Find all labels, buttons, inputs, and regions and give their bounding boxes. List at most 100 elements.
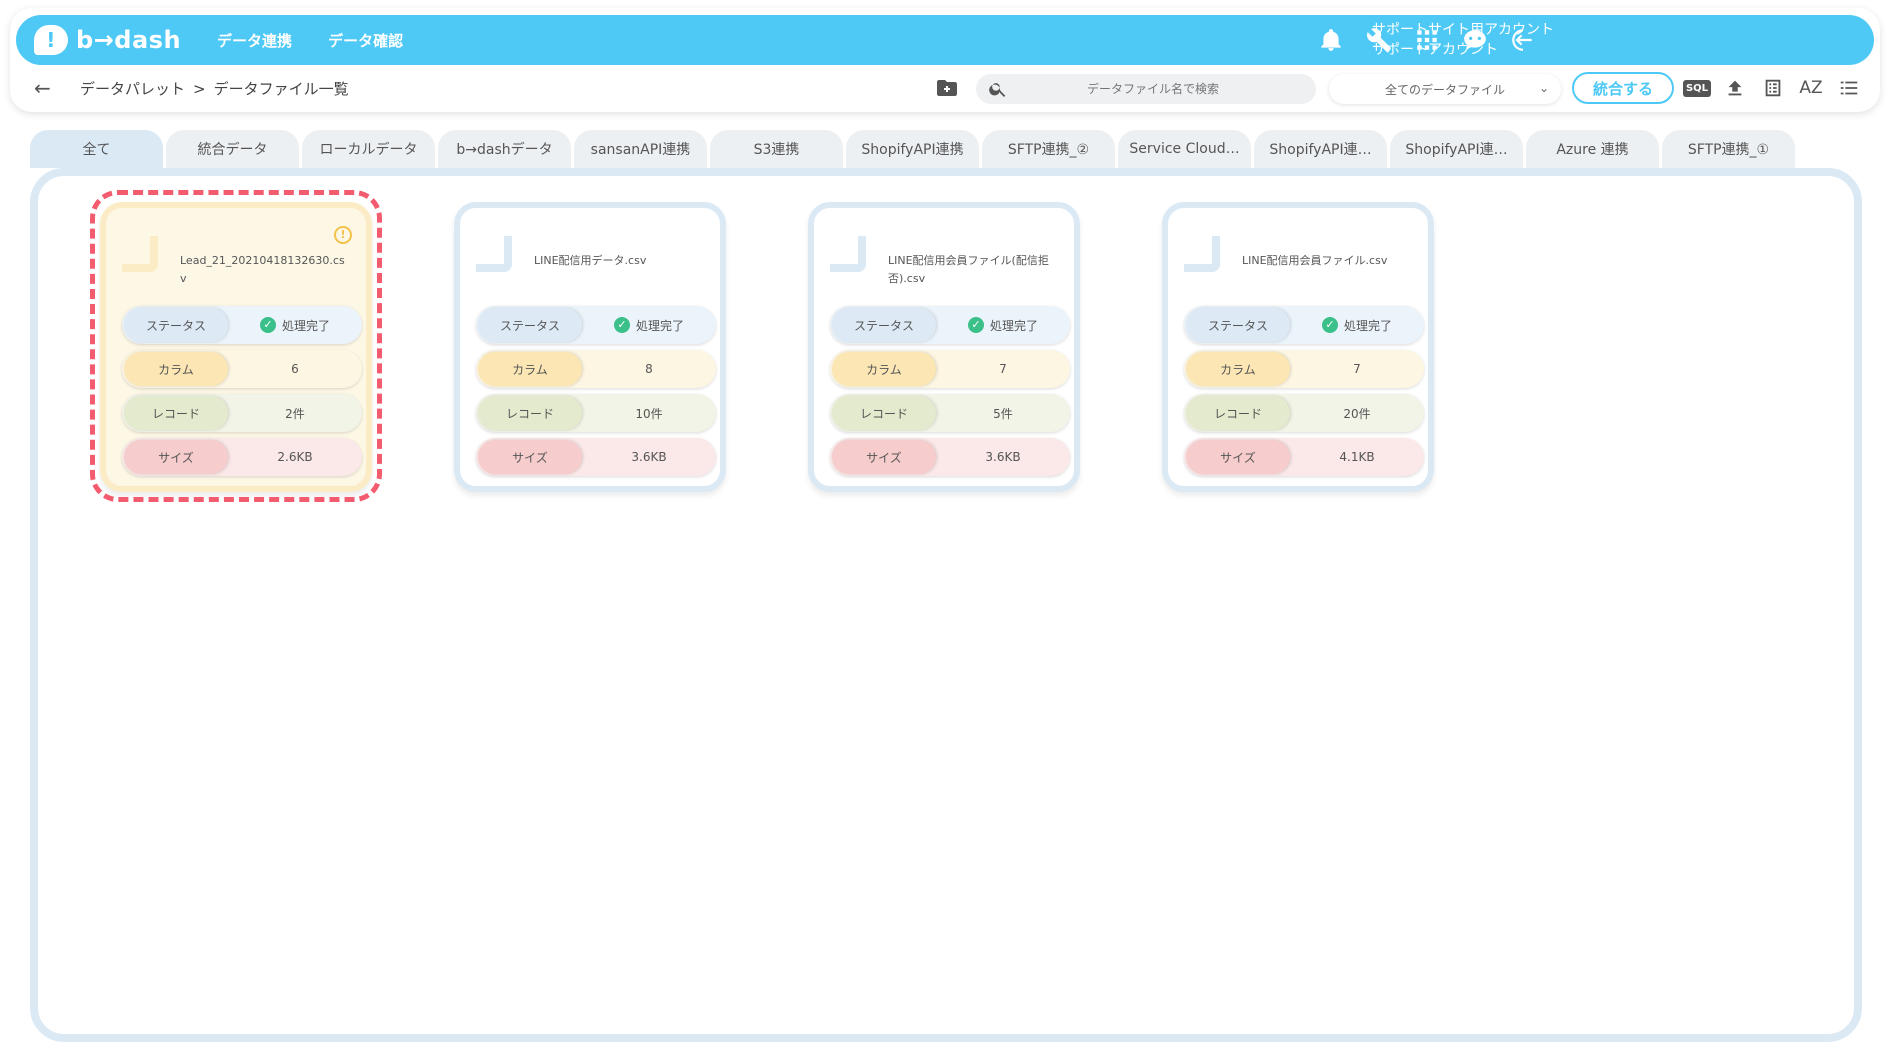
chat-bot-icon[interactable]: [1458, 24, 1492, 56]
size-row: サイズ 4.1KB: [1184, 438, 1424, 476]
status-value: ✓ 処理完了: [1290, 317, 1424, 334]
sql-icon-label: SQL: [1682, 79, 1712, 97]
tab-bdash-data[interactable]: b→dashデータ: [438, 130, 571, 168]
size-row: サイズ 2.6KB: [122, 438, 362, 476]
record-row: レコード 10件: [476, 394, 716, 432]
column-label: カラム: [124, 352, 228, 386]
upload-icon[interactable]: [1722, 76, 1748, 100]
column-label: カラム: [1186, 352, 1290, 386]
status-label: ステータス: [1186, 308, 1290, 342]
top-navigation-bar: ! b→dash データ連携 データ確認 サポートサイト用アカウント サポートア…: [16, 15, 1874, 65]
status-text: 処理完了: [1343, 318, 1392, 333]
tab-sansan-api[interactable]: sansanAPI連携: [574, 130, 707, 168]
status-value: ✓ 処理完了: [936, 317, 1070, 334]
status-label: ステータス: [124, 308, 228, 342]
sql-icon[interactable]: SQL: [1682, 76, 1712, 100]
tab-shopify-api[interactable]: ShopifyAPI連携: [846, 130, 979, 168]
breadcrumb-current: データファイル一覧: [213, 80, 349, 98]
status-row: ステータス ✓ 処理完了: [1184, 306, 1424, 344]
logout-icon[interactable]: [1506, 24, 1540, 56]
warning-icon[interactable]: !: [334, 226, 352, 244]
status-value: ✓ 処理完了: [228, 317, 362, 334]
wrench-icon[interactable]: [1362, 24, 1396, 56]
size-row: サイズ 3.6KB: [476, 438, 716, 476]
tab-shopify-api-3[interactable]: ShopifyAPI連…: [1390, 130, 1523, 168]
status-text: 処理完了: [989, 318, 1038, 333]
search-input[interactable]: [1008, 82, 1298, 96]
nav-data-check[interactable]: データ確認: [328, 30, 403, 51]
folder-add-icon[interactable]: [934, 76, 962, 100]
tab-sftp-1[interactable]: SFTP連携_①: [1662, 130, 1795, 168]
column-value: 8: [645, 362, 653, 376]
size-value: 3.6KB: [985, 450, 1021, 464]
file-corner-icon: [476, 236, 512, 272]
data-file-card[interactable]: LINE配信用データ.csv ステータス ✓ 処理完了 カラム 8 レコード 10件 サ…: [454, 202, 726, 492]
size-row: サイズ 3.6KB: [830, 438, 1070, 476]
data-file-card[interactable]: LINE配信用会員ファイル(配信拒否).csv ステータス ✓ 処理完了 カラム 7 …: [808, 202, 1080, 492]
tab-merged-data[interactable]: 統合データ: [166, 130, 299, 168]
logo-bubble-icon: !: [34, 25, 68, 55]
record-value: 5件: [993, 406, 1013, 421]
column-label: カラム: [832, 352, 936, 386]
record-value: 20件: [1343, 406, 1371, 421]
menu-list-icon[interactable]: [1836, 76, 1862, 100]
file-corner-icon: [122, 236, 158, 272]
record-row: レコード 5件: [830, 394, 1070, 432]
chevron-down-icon: ⌄: [1538, 81, 1549, 95]
toolbar: ← データパレット > データファイル一覧 全てのデータファイル ⌄ 統合する SQ…: [16, 70, 1874, 106]
back-arrow-icon[interactable]: ←: [34, 76, 58, 100]
column-value: 7: [999, 362, 1007, 376]
tab-all[interactable]: 全て: [30, 130, 163, 168]
list-view-icon[interactable]: [1760, 76, 1786, 100]
merge-button[interactable]: 統合する: [1572, 72, 1674, 104]
logo-text: b→dash: [76, 26, 182, 54]
nav-data-integration[interactable]: データ連携: [217, 30, 292, 51]
record-label: レコード: [832, 396, 936, 430]
record-label: レコード: [1186, 396, 1290, 430]
tab-sftp-2[interactable]: SFTP連携_②: [982, 130, 1115, 168]
file-filter-select[interactable]: 全てのデータファイル ⌄: [1329, 74, 1561, 104]
record-label: レコード: [478, 396, 582, 430]
column-row: カラム 8: [476, 350, 716, 388]
column-value: 7: [1353, 362, 1361, 376]
tab-service-cloud[interactable]: Service Cloud…: [1118, 130, 1251, 168]
data-file-card[interactable]: ! Lead_21_20210418132630.csv ステータス ✓ 処理完了 …: [100, 202, 372, 492]
bell-icon[interactable]: [1314, 24, 1348, 56]
check-circle-icon: ✓: [967, 317, 984, 333]
sort-az-icon[interactable]: AZ: [1798, 76, 1824, 100]
breadcrumb-separator: >: [193, 80, 206, 98]
size-label: サイズ: [832, 440, 936, 474]
status-label: ステータス: [832, 308, 936, 342]
file-name: LINE配信用データ.csv: [534, 254, 647, 267]
file-name: LINE配信用会員ファイル(配信拒否).csv: [888, 254, 1049, 285]
tab-s3[interactable]: S3連携: [710, 130, 843, 168]
tab-azure[interactable]: Azure 連携: [1526, 130, 1659, 168]
status-row: ステータス ✓ 処理完了: [122, 306, 362, 344]
column-row: カラム 7: [830, 350, 1070, 388]
record-label: レコード: [124, 396, 228, 430]
record-row: レコード 20件: [1184, 394, 1424, 432]
status-label: ステータス: [478, 308, 582, 342]
brand-logo[interactable]: ! b→dash: [34, 25, 181, 55]
file-corner-icon: [1184, 236, 1220, 272]
size-value: 3.6KB: [631, 450, 667, 464]
apps-grid-icon[interactable]: [1410, 24, 1444, 56]
record-row: レコード 2件: [122, 394, 362, 432]
status-row: ステータス ✓ 処理完了: [830, 306, 1070, 344]
file-filter-value: 全てのデータファイル: [1384, 82, 1505, 97]
column-value: 6: [291, 362, 299, 376]
check-circle-icon: ✓: [1321, 317, 1338, 333]
column-row: カラム 7: [1184, 350, 1424, 388]
data-file-card[interactable]: LINE配信用会員ファイル.csv ステータス ✓ 処理完了 カラム 7 レコード 20…: [1162, 202, 1434, 492]
search-icon: [989, 83, 1006, 97]
check-circle-icon: ✓: [259, 317, 276, 333]
status-text: 処理完了: [635, 318, 684, 333]
column-label: カラム: [478, 352, 582, 386]
file-corner-icon: [830, 236, 866, 272]
tab-local-data[interactable]: ローカルデータ: [302, 130, 435, 168]
size-label: サイズ: [124, 440, 228, 474]
breadcrumb-root[interactable]: データパレット: [80, 80, 185, 98]
file-name: LINE配信用会員ファイル.csv: [1242, 254, 1388, 267]
status-value: ✓ 処理完了: [582, 317, 716, 334]
tab-shopify-api-2[interactable]: ShopifyAPI連…: [1254, 130, 1387, 168]
